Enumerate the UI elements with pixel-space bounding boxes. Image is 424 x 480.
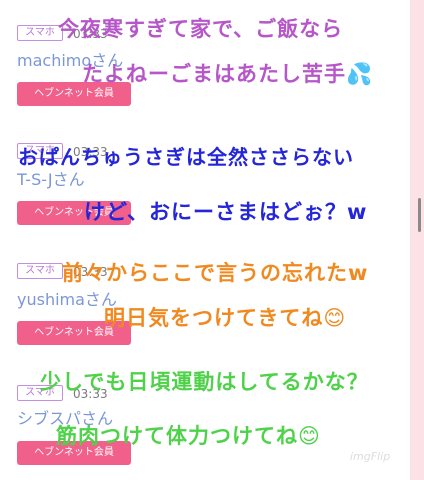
comment-card: スマホ 03:33 T-S-Jさん ヘブンネット会員 xyxy=(0,121,410,245)
scrollbar-track[interactable] xyxy=(410,0,424,480)
handwritten-message-line: 今夜寒すぎて家で、ご飯なら xyxy=(58,17,344,41)
device-badge: スマホ xyxy=(17,263,63,279)
username-link[interactable]: yushimaさん xyxy=(17,291,117,309)
handwritten-message-line: 明日気をつけてきてね😊 xyxy=(104,306,347,330)
watermark-text: imgFlip xyxy=(350,450,391,463)
username-link[interactable]: T-S-Jさん xyxy=(17,171,85,189)
device-badge: スマホ xyxy=(17,25,63,41)
handwritten-message-line: けど、おにーさまはどぉ？w xyxy=(84,200,368,224)
handwritten-message-line: 少しでも日頃運動はしてるかな？ xyxy=(40,370,369,394)
scrollbar-thumb[interactable] xyxy=(418,198,421,232)
handwritten-message-line: 前々からここで言うの忘れたw xyxy=(62,261,369,285)
handwritten-message-line: 筋肉つけて体力つけてね😊 xyxy=(56,424,321,448)
handwritten-message-line: おぱんちゅうさぎは全然ささらない xyxy=(18,145,354,169)
handwritten-message-line: たよねーごまはあたし苦手💦 xyxy=(82,62,374,86)
